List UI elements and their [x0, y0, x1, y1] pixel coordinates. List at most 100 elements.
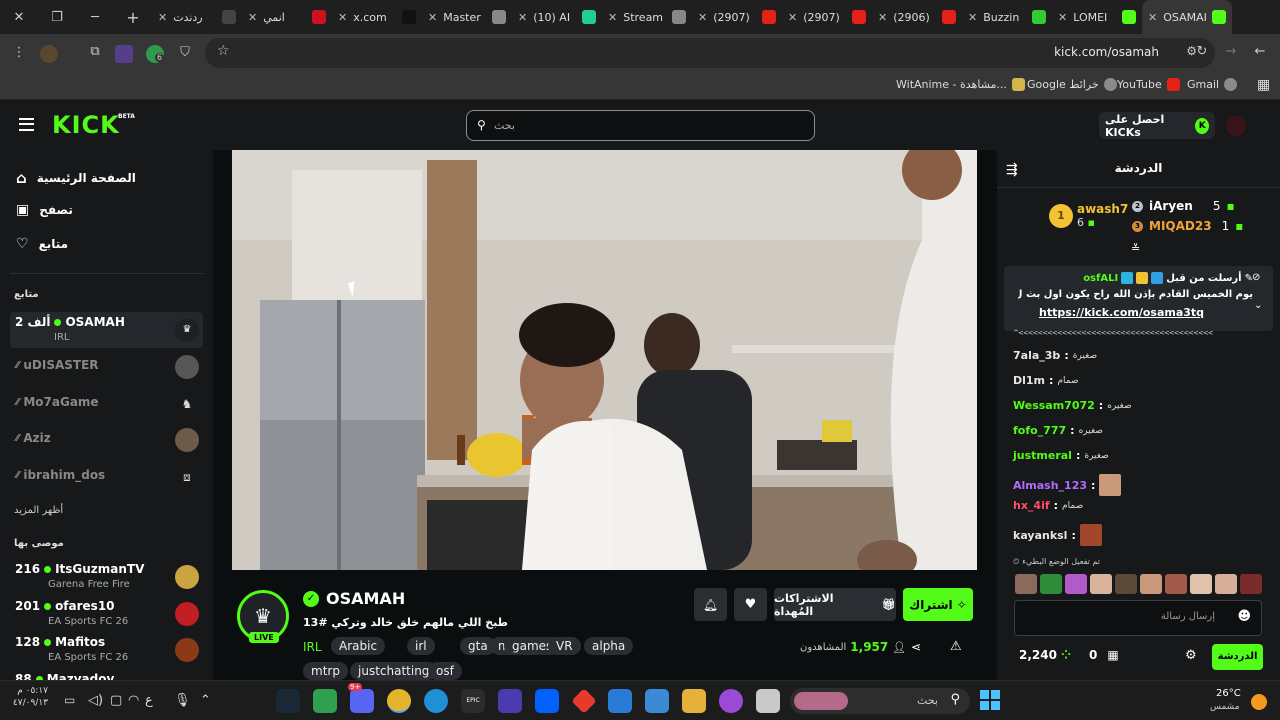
- nav-following[interactable]: ♡ متابع: [16, 236, 68, 252]
- get-kicks-button[interactable]: احصل على KICKs K: [1099, 112, 1215, 139]
- kick-logo[interactable]: KICK: [52, 112, 120, 138]
- nav-browse[interactable]: ▣ تصفح: [16, 202, 73, 218]
- address-bar[interactable]: ☆ kick.com/osamah ⚙: [205, 38, 1215, 68]
- forward-icon[interactable]: →: [1222, 44, 1240, 62]
- bookmark-youtube[interactable]: YouTube: [1117, 78, 1180, 91]
- user-avatar[interactable]: [1226, 116, 1246, 136]
- hamburger-menu-icon[interactable]: [19, 118, 34, 131]
- search-input[interactable]: ⚲ بحث: [466, 110, 815, 141]
- close-tab-icon[interactable]: ✕: [1148, 11, 1157, 24]
- chat-username[interactable]: kayanksl: [1013, 529, 1067, 542]
- menu-icon[interactable]: ⋮: [10, 45, 28, 63]
- apps-grid-icon[interactable]: ▦: [1257, 77, 1270, 93]
- chat-username[interactable]: 7ala_3b: [1013, 349, 1060, 362]
- chat-username[interactable]: Dl1m: [1013, 374, 1045, 387]
- browser-tab[interactable]: ✕ ردندت: [152, 0, 242, 34]
- browser-tab[interactable]: ✕ (2907): [782, 0, 872, 34]
- share-icon[interactable]: ⋖: [911, 640, 921, 654]
- following-channel-mo7agame[interactable]: ⁄⁄ Mo7aGame ♞: [10, 386, 203, 422]
- wifi-icon[interactable]: ◠: [128, 693, 139, 708]
- gift-leader-2[interactable]: 2 iAryen 5 ▪: [1132, 199, 1235, 213]
- dropbox-icon[interactable]: [535, 689, 559, 713]
- chat-username[interactable]: Almash_123: [1013, 479, 1087, 492]
- nav-home[interactable]: ⌂ الصفحة الرئيسية: [16, 169, 136, 187]
- follow-heart-button[interactable]: ♥: [734, 588, 767, 621]
- gift-leader-1[interactable]: 1 awash7 6 ▪: [1049, 202, 1128, 229]
- close-tab-icon[interactable]: ✕: [518, 11, 527, 24]
- browser-tab[interactable]: ✕ OSAMAH: [1142, 0, 1232, 34]
- app-icon[interactable]: [498, 689, 522, 713]
- windows-start-icon[interactable]: [980, 690, 1000, 710]
- clock[interactable]: ٠٥:١٧ م ٤٧/٠٩/١٣: [12, 685, 48, 709]
- hide-pinned-icon[interactable]: ⊘: [1252, 272, 1260, 283]
- language-indicator[interactable]: ع: [145, 693, 153, 708]
- emote-icon[interactable]: [1115, 574, 1137, 594]
- browser-tab[interactable]: ✕ (2906): [872, 0, 962, 34]
- epic-games-icon[interactable]: EPIC: [461, 689, 485, 713]
- chat-message[interactable]: Wessam7072: صغيره: [1013, 399, 1132, 412]
- recommended-channel-itsguzmantv[interactable]: 216 ItsGuzmanTV Garena Free Fire: [10, 559, 203, 595]
- back-icon[interactable]: ←: [1251, 44, 1269, 62]
- emoji-icon[interactable]: ☻: [1237, 609, 1251, 624]
- channel-title[interactable]: OSAMAH: [326, 589, 405, 608]
- extensions-icon[interactable]: ⧉: [86, 44, 104, 62]
- browser-tab[interactable]: ✕ (10) AI: [512, 0, 602, 34]
- chat-message[interactable]: 7ala_3b: صغيرة: [1013, 349, 1097, 362]
- copilot-icon[interactable]: [719, 689, 743, 713]
- app-icon[interactable]: [313, 689, 337, 713]
- discord-icon[interactable]: 9+: [348, 683, 374, 713]
- microphone-icon[interactable]: 🎙︎: [174, 693, 191, 708]
- chat-message[interactable]: Almash_123:: [1013, 474, 1122, 496]
- subscribe-button[interactable]: اشتراك ✧: [903, 588, 973, 621]
- chevron-down-icon[interactable]: ⌄: [1254, 300, 1262, 311]
- tag-osf[interactable]: osf: [428, 662, 462, 680]
- emote-icon[interactable]: [1190, 574, 1212, 594]
- chat-message[interactable]: hx_4if: صمام: [1013, 499, 1083, 512]
- tag-vr[interactable]: VR: [548, 637, 581, 655]
- close-tab-icon[interactable]: ✕: [428, 11, 437, 24]
- browser-tab[interactable]: ✕ Stream: [602, 0, 692, 34]
- recommended-channel-ofares10[interactable]: 201 ofares10 EA Sports FC 26: [10, 596, 203, 632]
- close-tab-icon[interactable]: ✕: [1058, 11, 1067, 24]
- recommended-channel-mafitos[interactable]: 128 Mafitos EA Sports FC 26: [10, 632, 203, 668]
- weather-widget[interactable]: 26°C مشمس: [1204, 686, 1274, 716]
- emote-icon[interactable]: [1165, 574, 1187, 594]
- display-icon[interactable]: ▢: [110, 693, 122, 708]
- chat-username[interactable]: hx_4if: [1013, 499, 1050, 512]
- bookmark-maps[interactable]: Google خرائط: [1027, 78, 1117, 91]
- close-tab-icon[interactable]: ✕: [878, 11, 887, 24]
- profile-avatar[interactable]: [40, 45, 58, 63]
- app-icon[interactable]: [571, 688, 597, 714]
- send-chat-button[interactable]: الدردشة: [1212, 644, 1263, 670]
- close-tab-icon[interactable]: ✕: [248, 11, 257, 24]
- extension-icon[interactable]: [115, 45, 133, 63]
- emote-icon[interactable]: [1015, 574, 1037, 594]
- close-tab-icon[interactable]: ✕: [608, 11, 617, 24]
- close-tab-icon[interactable]: ✕: [968, 11, 977, 24]
- chevron-up-icon[interactable]: ⌃: [200, 693, 211, 708]
- file-explorer-icon[interactable]: [682, 689, 706, 713]
- browser-tab[interactable]: ✕ LOMEI: [1052, 0, 1142, 34]
- chat-message[interactable]: kayanksl:: [1013, 524, 1102, 546]
- bookmark-star-icon[interactable]: ☆: [217, 43, 230, 59]
- following-channel-aziz[interactable]: ⁄⁄ Aziz: [10, 422, 203, 458]
- store-icon[interactable]: [645, 689, 669, 713]
- kicks-display[interactable]: 0 ▦: [1089, 648, 1119, 662]
- emote-icon[interactable]: [1040, 574, 1062, 594]
- report-icon[interactable]: ⚠: [950, 639, 962, 654]
- expand-leaderboard-icon[interactable]: ≚: [1131, 242, 1140, 255]
- video-player[interactable]: [232, 150, 977, 570]
- bookmark-witanime[interactable]: WitAnime - مشاهدة...: [896, 78, 1025, 91]
- mail-icon[interactable]: [608, 689, 632, 713]
- gift-subs-button[interactable]: الاشتراكات المُهداة 🎁︎: [774, 588, 896, 621]
- points-display[interactable]: 2,240 ⁘: [1019, 648, 1071, 662]
- chat-username[interactable]: justmeral: [1013, 449, 1072, 462]
- recommended-channel-mazyadov[interactable]: 88 Mazyadov: [10, 669, 203, 680]
- reload-icon[interactable]: ↻: [1193, 44, 1211, 62]
- chat-settings-icon[interactable]: ⚙: [1185, 648, 1197, 663]
- chat-message[interactable]: justmeral: صغيرة: [1013, 449, 1109, 462]
- browser-tab[interactable]: ✕ (2907): [692, 0, 782, 34]
- chat-input[interactable]: إرسال رسالة ☻: [1014, 600, 1262, 636]
- steam-icon[interactable]: [276, 689, 300, 713]
- emote-icon[interactable]: [1240, 574, 1262, 594]
